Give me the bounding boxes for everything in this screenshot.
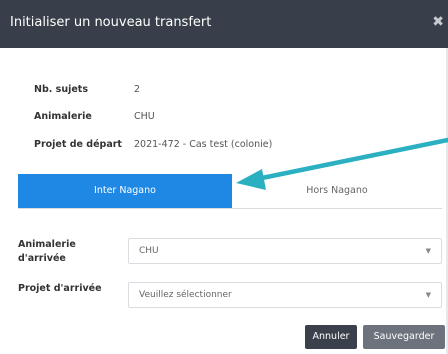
info-value-nb-sujets: 2 [134, 84, 141, 95]
projet-arrivee-label: Projet d'arrivée [18, 283, 102, 294]
chevron-down-icon: ▼ [425, 247, 431, 255]
modal-header: Initialiser un nouveau transfert ✖ [0, 0, 448, 48]
tab-hors-nagano[interactable]: Hors Nagano [232, 174, 442, 208]
close-icon[interactable]: ✖ [432, 14, 444, 30]
projet-arrivee-select[interactable]: Veuillez sélectionner ▼ [128, 282, 442, 308]
animalerie-arrivee-value: CHU [139, 246, 159, 256]
transfer-modal: Initialiser un nouveau transfert ✖ Nb. s… [0, 0, 448, 354]
tab-inter-nagano[interactable]: Inter Nagano [18, 174, 232, 208]
animalerie-arrivee-select[interactable]: CHU ▼ [128, 238, 442, 264]
info-label-nb-sujets: Nb. sujets [34, 84, 88, 95]
chevron-down-icon: ▼ [425, 291, 431, 299]
info-label-projet-depart: Projet de départ [34, 139, 122, 150]
save-button[interactable]: Sauvegarder [363, 325, 445, 349]
info-label-animalerie: Animalerie [34, 111, 92, 122]
animalerie-arrivee-label: Animalerie d'arrivée [18, 239, 76, 264]
cancel-button[interactable]: Annuler [305, 325, 357, 349]
modal-title: Initialiser un nouveau transfert [10, 15, 212, 30]
info-value-projet-depart: 2021-472 - Cas test (colonie) [134, 139, 273, 150]
tabs-divider [18, 208, 442, 209]
projet-arrivee-placeholder: Veuillez sélectionner [139, 290, 232, 300]
info-value-animalerie: CHU [134, 111, 155, 122]
transfer-type-tabs: Inter Nagano Hors Nagano [18, 174, 442, 208]
